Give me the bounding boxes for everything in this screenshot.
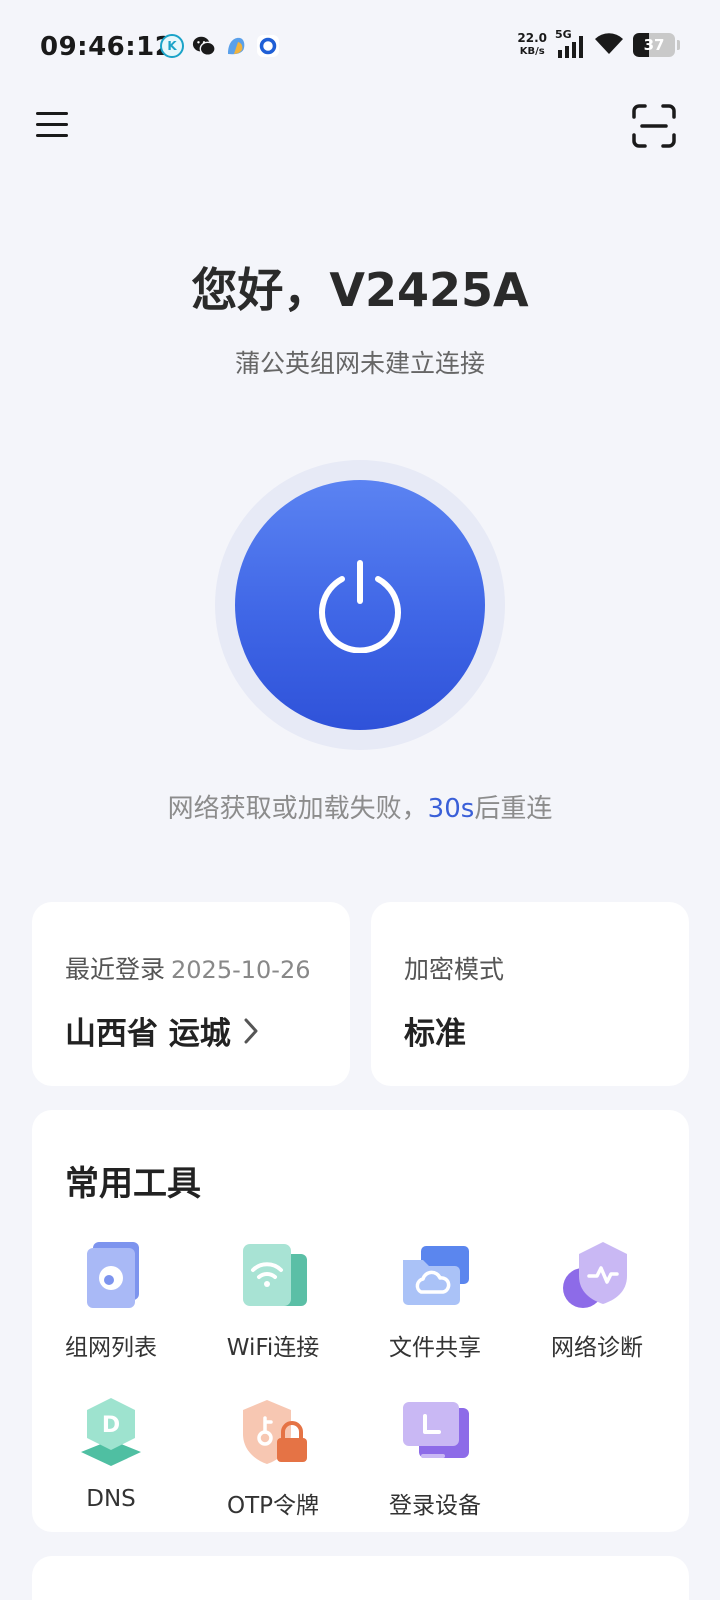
scan-icon [632,104,676,148]
power-button[interactable] [235,480,485,730]
menu-icon-bar [36,122,68,126]
ring-app-notification-icon [256,34,280,58]
recent-login-location: 山西省 运城 [65,1016,231,1052]
recent-login-location-row: 山西省 运城 [65,1008,259,1053]
reconnect-suffix: 后重连 [474,794,553,824]
greeting-title: 您好，V2425A [191,263,529,317]
network-speed-unit: KB/s [519,46,545,57]
encryption-mode-label: 加密模式 [404,955,505,984]
network-list-icon [87,1242,139,1308]
power-icon [319,560,401,653]
otp-token-icon [243,1400,307,1464]
common-tools-card: 常用工具 组网列表 WiFi连接 文件共享 网络诊断 D DNS OTP令牌 登… [32,1110,689,1532]
tool-otp-token[interactable]: OTP令牌 [198,1394,348,1520]
menu-icon-bar [36,111,68,115]
chevron-right-icon [244,1018,258,1043]
menu-icon-bar [36,133,68,137]
scan-button[interactable] [632,104,676,148]
wechat-notification-icon [192,34,216,58]
tool-label: OTP令牌 [226,1493,320,1519]
recent-login-date: 2025-10-26 [171,956,311,984]
tool-login-device[interactable]: 登录设备 [360,1394,510,1520]
login-device-icon [403,1402,469,1458]
bird-app-notification-icon [224,34,248,58]
tool-label: 网络诊断 [551,1335,643,1361]
tool-file-share[interactable]: 文件共享 [360,1236,510,1362]
reconnect-countdown: 30s [427,794,475,824]
status-time: 09:46:12 [40,32,174,62]
recent-login-label-row: 最近登录 2025-10-26 [65,950,311,986]
reconnect-prefix: 网络获取或加载失败， [167,794,428,824]
encryption-mode-card: 加密模式 标准 [371,902,689,1086]
tool-dns[interactable]: D DNS [36,1394,186,1512]
battery-icon: 37 [633,33,675,57]
battery-cap [677,40,680,50]
recent-login-label: 最近登录 [65,955,166,984]
bottom-card-partial [32,1556,689,1600]
tool-label: 登录设备 [389,1493,481,1519]
k-app-notification-icon: K [160,34,184,58]
file-share-icon [403,1246,469,1305]
connection-status-text: 蒲公英组网未建立连接 [234,349,485,378]
tool-label: 组网列表 [65,1335,157,1361]
tool-label: WiFi连接 [226,1335,320,1361]
wifi-signal-icon [593,30,625,60]
menu-button[interactable] [36,104,76,144]
battery-level: 37 [643,36,665,54]
wifi-connect-icon [243,1244,307,1306]
tool-label: DNS [86,1486,136,1512]
common-tools-title: 常用工具 [65,1164,201,1204]
recent-login-card[interactable]: 最近登录 2025-10-26 山西省 运城 [32,902,350,1086]
status-right-group: 22.0 KB/s 5G 37 [517,28,680,60]
notification-icons: K [160,34,280,58]
network-speed: 22.0 KB/s [517,32,547,58]
tool-network-list[interactable]: 组网列表 [36,1236,186,1362]
app-screen: 09:46:12 K 22.0 KB/s 5G 37 您好，V2425A 蒲公英… [0,0,720,1600]
dns-icon: D [81,1398,141,1466]
cellular-signal-icon: 5G [555,28,585,60]
tool-wifi-connect[interactable]: WiFi连接 [198,1236,348,1362]
network-diagnosis-icon [563,1242,627,1308]
encryption-mode-value: 标准 [404,1016,466,1052]
reconnect-message: 网络获取或加载失败，30s后重连 [0,788,720,825]
tool-label: 文件共享 [389,1335,481,1361]
status-bar: 09:46:12 K 22.0 KB/s 5G 37 [0,0,720,96]
svg-text:D: D [102,1413,120,1438]
tool-network-diagnosis[interactable]: 网络诊断 [522,1236,672,1362]
network-speed-value: 22.0 [517,31,547,45]
